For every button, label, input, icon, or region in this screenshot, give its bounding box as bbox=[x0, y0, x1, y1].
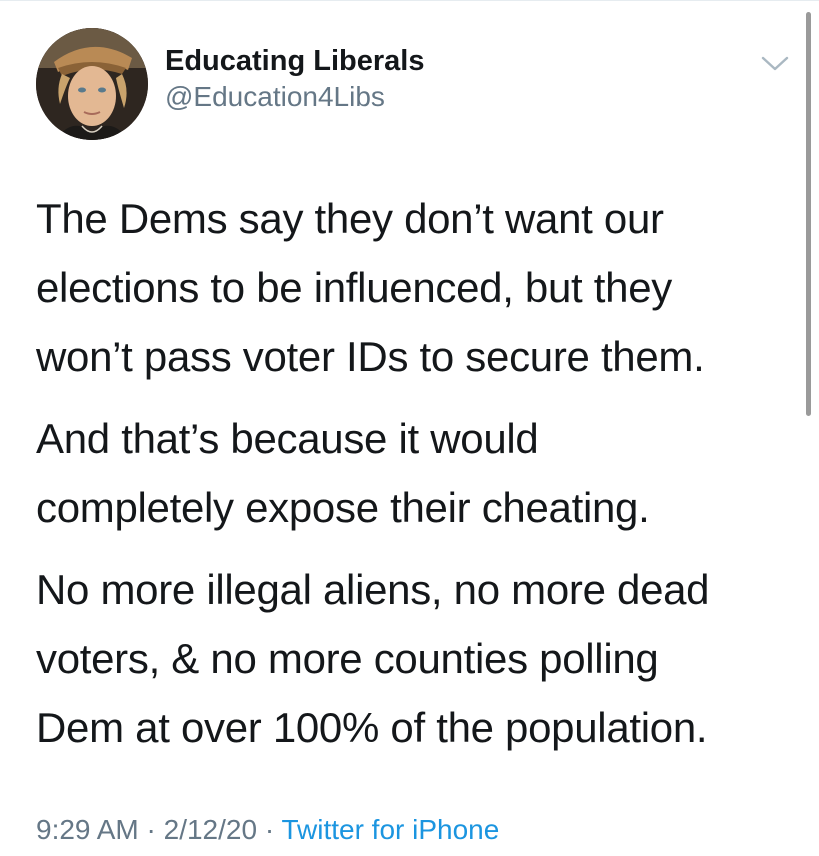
tweet-paragraph: No more illegal aliens, no more dead vot… bbox=[36, 555, 796, 762]
tweet-line: elections to be influenced, but they bbox=[36, 264, 672, 311]
profile-photo-icon bbox=[36, 28, 148, 140]
tweet-text: The Dems say they don’t want our electio… bbox=[36, 184, 796, 775]
tweet-paragraph: And that’s because it would completely e… bbox=[36, 404, 796, 542]
meta-separator: · bbox=[146, 814, 156, 845]
tweet-line: won’t pass voter IDs to secure them. bbox=[36, 333, 705, 380]
avatar[interactable] bbox=[36, 28, 148, 140]
meta-separator: · bbox=[264, 814, 275, 845]
tweet-line: And that’s because it would bbox=[36, 415, 539, 462]
tweet-date[interactable]: 2/12/20 bbox=[164, 814, 257, 845]
author-handle[interactable]: @Education4Libs bbox=[165, 79, 424, 115]
tweet-line: voters, & no more counties polling bbox=[36, 635, 659, 682]
tweet-header: Educating Liberals @Education4Libs bbox=[165, 44, 424, 115]
tweet-line: No more illegal aliens, no more dead bbox=[36, 566, 710, 613]
tweet-line: Dem at over 100% of the population. bbox=[36, 704, 708, 751]
tweet-metadata: 9:29 AM · 2/12/20 · Twitter for iPhone bbox=[36, 810, 499, 850]
tweet-line: completely expose their cheating. bbox=[36, 484, 650, 531]
tweet-time[interactable]: 9:29 AM bbox=[36, 814, 139, 845]
tweet-source-link[interactable]: Twitter for iPhone bbox=[281, 814, 499, 845]
author-display-name[interactable]: Educating Liberals bbox=[165, 44, 424, 78]
tweet-paragraph: The Dems say they don’t want our electio… bbox=[36, 184, 796, 391]
top-divider bbox=[0, 0, 819, 1]
scrollbar[interactable] bbox=[806, 12, 811, 416]
tweet-line: The Dems say they don’t want our bbox=[36, 195, 664, 242]
chevron-down-icon bbox=[761, 56, 789, 71]
more-options-button[interactable] bbox=[760, 54, 790, 74]
